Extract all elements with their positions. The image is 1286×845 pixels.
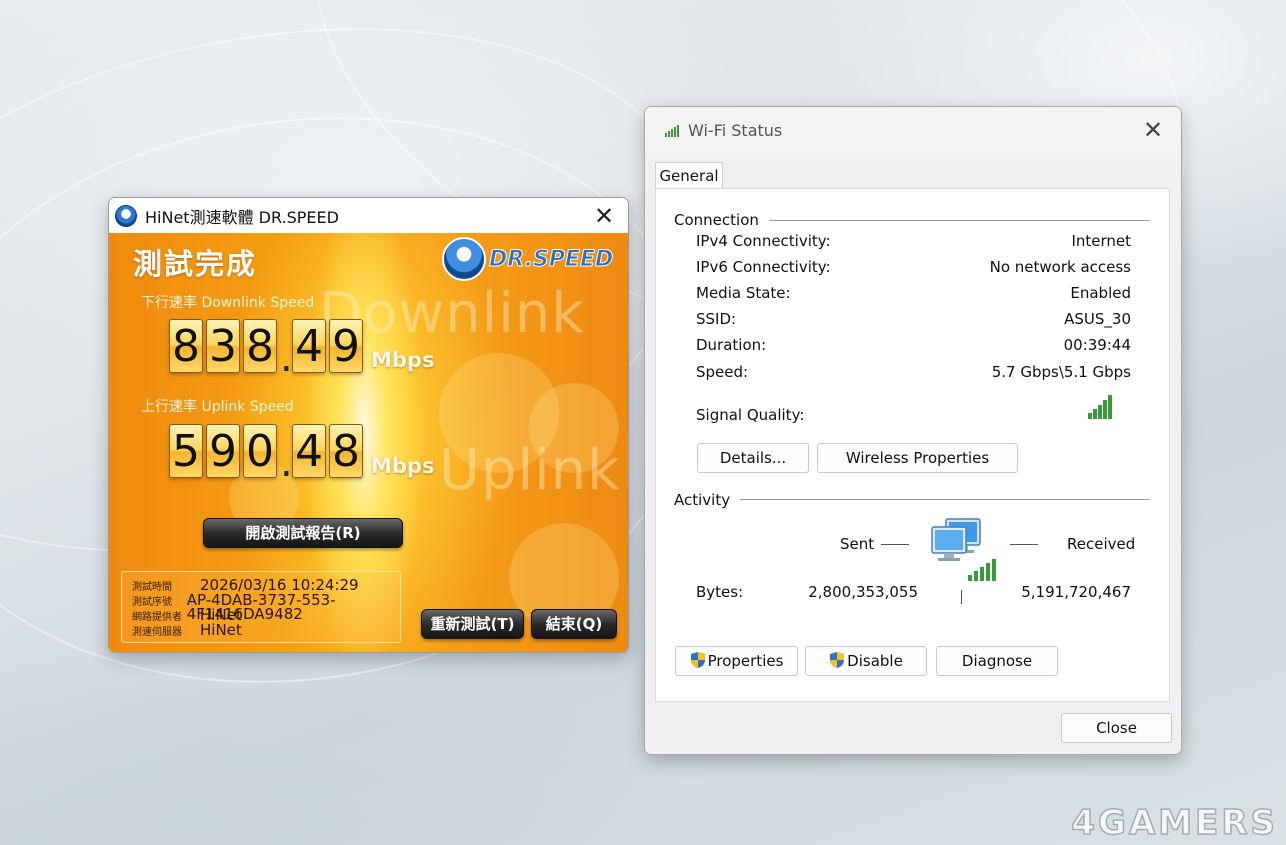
connection-row-label: IPv4 Connectivity: bbox=[696, 232, 831, 250]
drspeed-logo-text: DR.SPEED bbox=[489, 247, 613, 272]
connection-row-value: No network access bbox=[990, 258, 1131, 276]
test-time-value: 2026/03/16 10:24:29 bbox=[200, 578, 359, 592]
downlink-digit: 9 bbox=[329, 319, 363, 373]
wireless-properties-button[interactable]: Wireless Properties bbox=[817, 443, 1018, 473]
wifi-titlebar[interactable]: Wi-Fi Status bbox=[645, 107, 1182, 153]
connection-row-value: 00:39:44 bbox=[1064, 336, 1131, 354]
downlink-unit: Mbps bbox=[371, 348, 434, 372]
drspeed-titlebar[interactable]: HiNet測速軟體 DR.SPEED bbox=[109, 198, 628, 233]
downlink-speed-display: 838 . 49 bbox=[169, 319, 366, 373]
test-server-label: 測速伺服器 bbox=[132, 623, 200, 638]
bytes-label: Bytes: bbox=[696, 583, 743, 601]
signal-quality-icon bbox=[1088, 393, 1113, 419]
details-button[interactable]: Details... bbox=[697, 443, 809, 473]
exit-button[interactable]: 結束(Q) bbox=[531, 609, 617, 639]
uplink-digit: 9 bbox=[206, 424, 240, 478]
uplink-digit: 8 bbox=[329, 424, 363, 478]
disable-button[interactable]: Disable bbox=[805, 646, 927, 676]
general-panel: Connection IPv4 Connectivity: Internet IPv… bbox=[655, 188, 1170, 702]
connection-heading: Connection bbox=[674, 211, 769, 229]
properties-button[interactable]: Properties bbox=[675, 646, 798, 676]
connection-row-value: Enabled bbox=[1070, 284, 1131, 302]
diagnose-button[interactable]: Diagnose bbox=[936, 646, 1058, 676]
wifi-status-window: Wi-Fi Status ✕ General Connection IPv4 C… bbox=[644, 106, 1182, 755]
drspeed-logo: DR.SPEED bbox=[442, 236, 622, 282]
uplink-digit: 0 bbox=[243, 424, 277, 478]
connection-row-label: Duration: bbox=[696, 336, 766, 354]
tab-general[interactable]: General bbox=[655, 162, 723, 189]
downlink-label: 下行速率 Downlink Speed bbox=[141, 292, 314, 312]
uplink-label: 上行速率 Uplink Speed bbox=[141, 396, 294, 416]
test-serial-label: 測試序號 bbox=[132, 593, 187, 608]
connection-row-label: Media State: bbox=[696, 284, 791, 302]
uplink-speed-display: 590 . 48 bbox=[169, 424, 366, 478]
isp-value: HiNet bbox=[200, 608, 242, 622]
uplink-digit: 4 bbox=[292, 424, 326, 478]
retest-button[interactable]: 重新測試(T) bbox=[421, 609, 524, 639]
watermark-logo: 4GAMERS bbox=[1071, 803, 1278, 843]
wifi-signal-icon bbox=[665, 123, 680, 137]
uac-shield-icon bbox=[690, 651, 706, 669]
connection-row-label: Speed: bbox=[696, 363, 748, 381]
connection-row-label: SSID: bbox=[696, 310, 736, 328]
uac-shield-icon bbox=[829, 651, 845, 669]
connection-row-value: 5.7 Gbps\5.1 Gbps bbox=[992, 363, 1131, 381]
properties-button-label: Properties bbox=[708, 652, 784, 670]
received-label: Received bbox=[1067, 535, 1135, 553]
activity-heading: Activity bbox=[674, 491, 740, 509]
signal-quality-label: Signal Quality: bbox=[696, 406, 804, 424]
network-activity-icon bbox=[928, 515, 1000, 585]
connection-row-label: IPv6 Connectivity: bbox=[696, 258, 831, 276]
connection-divider bbox=[766, 220, 1150, 221]
doctor-avatar-icon bbox=[442, 237, 486, 281]
test-server-value: HiNet bbox=[200, 623, 242, 637]
isp-label: 網路提供者 bbox=[132, 608, 200, 623]
connection-row-value: ASUS_30 bbox=[1064, 310, 1131, 328]
connection-row-value: Internet bbox=[1071, 232, 1131, 250]
uplink-unit: Mbps bbox=[371, 454, 434, 478]
bg-word-uplink: Uplink bbox=[439, 438, 621, 503]
drspeed-window: HiNet測速軟體 DR.SPEED ✕ Downlink Uplink 測試完… bbox=[108, 197, 629, 653]
downlink-digit: 8 bbox=[169, 319, 203, 373]
disable-button-label: Disable bbox=[847, 652, 903, 670]
downlink-digit: 3 bbox=[206, 319, 240, 373]
sent-label: Sent bbox=[840, 535, 874, 553]
bytes-sent-value: 2,800,353,055 bbox=[796, 583, 918, 601]
downlink-digit: 4 bbox=[292, 319, 326, 373]
drspeed-close-button[interactable]: ✕ bbox=[590, 202, 618, 230]
wifi-close-icon[interactable]: ✕ bbox=[1139, 116, 1167, 144]
drspeed-app-icon bbox=[115, 205, 137, 227]
open-report-button[interactable]: 開啟測試報告(R) bbox=[203, 518, 403, 548]
wifi-window-title: Wi-Fi Status bbox=[688, 121, 782, 140]
close-button[interactable]: Close bbox=[1061, 713, 1172, 743]
bytes-received-value: 5,191,720,467 bbox=[1016, 583, 1131, 601]
drspeed-content: Downlink Uplink 測試完成 DR.SPEED 下行速率 Downl… bbox=[109, 233, 629, 653]
test-info-box: 測試時間 2026/03/16 10:24:29 測試序號 AP-4DAB-37… bbox=[121, 571, 401, 643]
test-complete-heading: 測試完成 bbox=[133, 241, 257, 283]
downlink-digit: 8 bbox=[243, 319, 277, 373]
drspeed-window-title: HiNet測速軟體 DR.SPEED bbox=[145, 204, 339, 228]
uplink-digit: 5 bbox=[169, 424, 203, 478]
activity-divider bbox=[736, 499, 1150, 500]
